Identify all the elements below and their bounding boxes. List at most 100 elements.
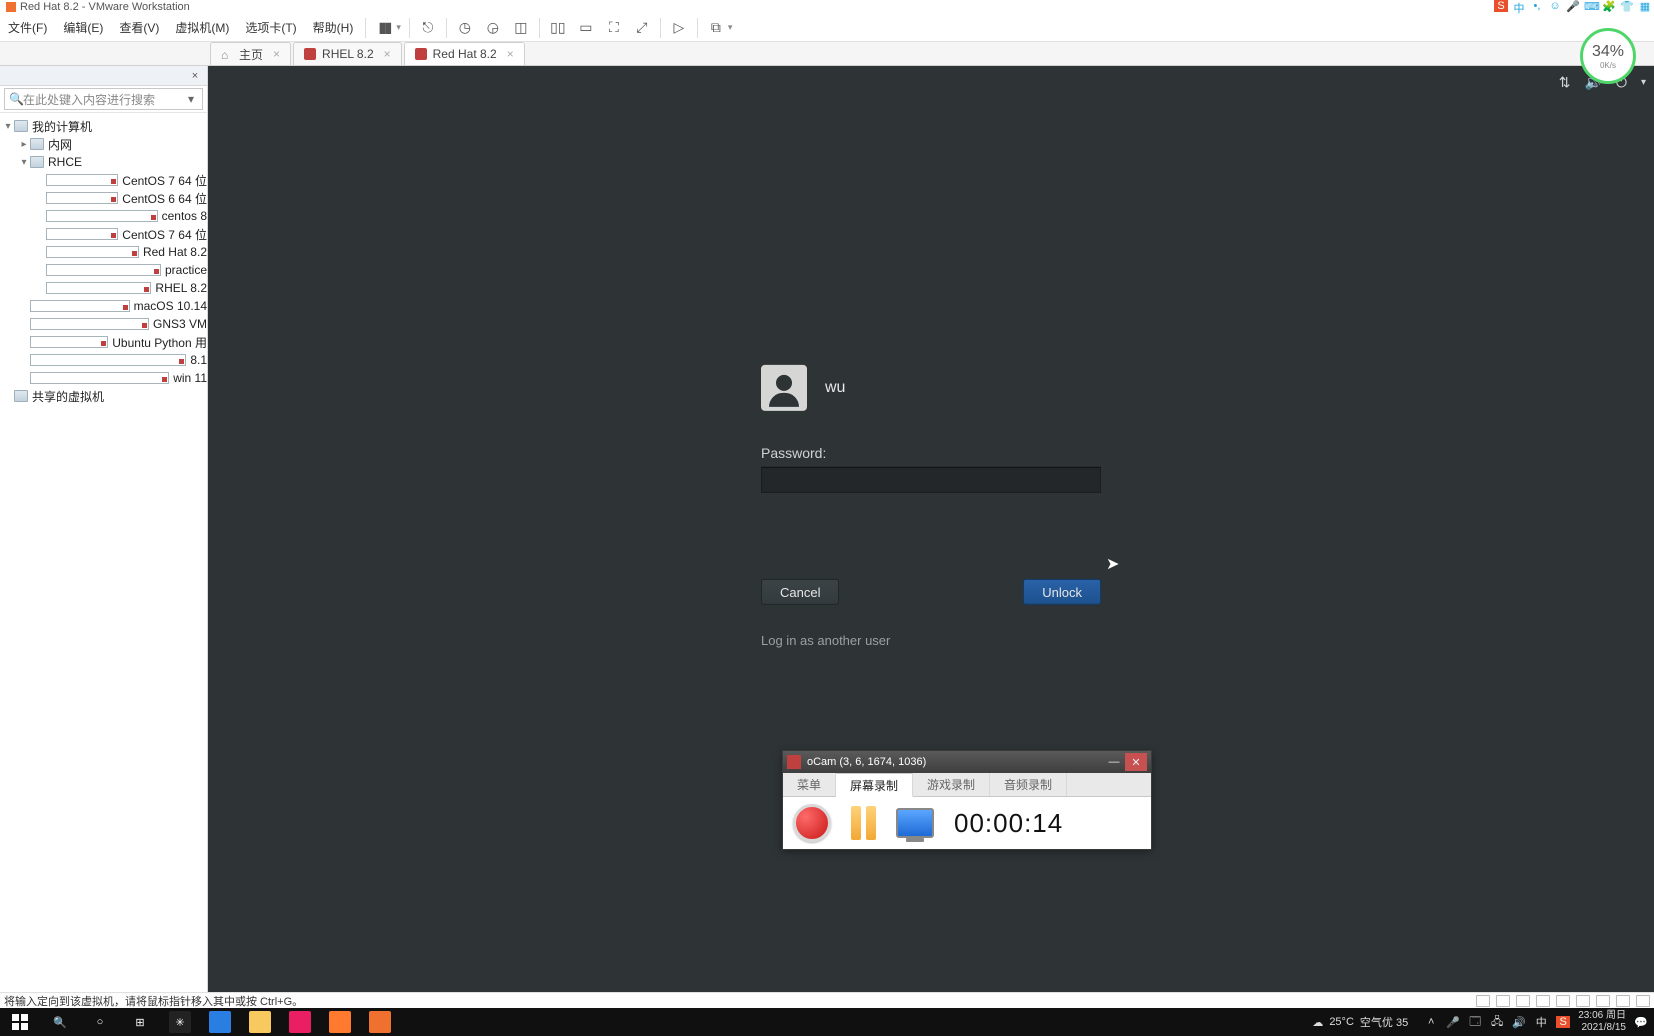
tree-vm-centos7-2[interactable]: CentOS 7 64 位 [0, 225, 207, 243]
password-input[interactable] [761, 467, 1101, 493]
tray-icon[interactable]: 🗔 [1468, 1013, 1482, 1032]
menu-view[interactable]: 查看(V) [111, 14, 167, 41]
tab-redhat82[interactable]: Red Hat 8.2 × [404, 42, 525, 65]
taskbar-app[interactable] [280, 1008, 320, 1036]
tray-icon[interactable]: •, [1530, 0, 1544, 12]
ocam-tab-game[interactable]: 游戏录制 [913, 773, 990, 796]
taskbar-clock[interactable]: 23:06 周日 2021/8/15 [1578, 1010, 1626, 1034]
tree-folder-neiwang[interactable]: ▸内网 [0, 135, 207, 153]
ocam-titlebar[interactable]: oCam (3, 6, 1674, 1036) — ✕ [783, 751, 1151, 773]
manage-snapshots-button[interactable]: ◫ [510, 17, 532, 39]
device-icon[interactable] [1576, 995, 1590, 1007]
notifications-icon[interactable]: 💬 [1634, 1016, 1648, 1029]
tray-ime[interactable]: 中 [1534, 1014, 1548, 1030]
tray-volume-icon[interactable]: 🔊 [1512, 1016, 1526, 1029]
tab-rhel82[interactable]: RHEL 8.2 × [293, 42, 402, 65]
ocam-tab-screen[interactable]: 屏幕录制 [836, 773, 913, 797]
tray-sogou-icon[interactable]: S [1556, 1016, 1570, 1028]
login-other-user[interactable]: Log in as another user [761, 633, 1101, 648]
close-icon[interactable]: × [507, 47, 514, 61]
ocam-window[interactable]: oCam (3, 6, 1674, 1036) — ✕ 菜单 屏幕录制 游戏录制… [782, 750, 1152, 850]
tray-icon[interactable]: 中 [1512, 0, 1526, 12]
tray-icon[interactable]: 🎤 [1446, 1016, 1460, 1029]
tree-vm-macos[interactable]: macOS 10.14 [0, 297, 207, 315]
stretch-button[interactable]: ⤢ [631, 17, 653, 39]
tree-root-shared[interactable]: 共享的虚拟机 [0, 387, 207, 405]
device-icon[interactable] [1616, 995, 1630, 1007]
menu-tabs[interactable]: 选项卡(T) [237, 14, 304, 41]
tree-vm-rhel82[interactable]: RHEL 8.2 [0, 279, 207, 297]
send-ctrl-alt-del-button[interactable]: ⎋ [417, 17, 439, 39]
tray-ime-icon[interactable]: S [1494, 0, 1508, 12]
vm-viewport[interactable]: ⇅ 🔊 ⏻ ▾ wu Password: Cancel Unlock Log i… [208, 66, 1654, 992]
tree-vm-win11[interactable]: win 11 [0, 369, 207, 387]
tree-vm-centos8[interactable]: centos 8 [0, 207, 207, 225]
tree-root-mycomputer[interactable]: ▾我的计算机 [0, 117, 207, 135]
tree-vm-centos7-1[interactable]: CentOS 7 64 位 [0, 171, 207, 189]
close-button[interactable]: ✕ [1125, 753, 1147, 771]
console-button[interactable]: ▷ [668, 17, 690, 39]
taskbar-app[interactable] [320, 1008, 360, 1036]
minimize-button[interactable]: — [1103, 753, 1125, 771]
dropdown-icon[interactable]: ▾ [184, 92, 198, 106]
record-button[interactable] [793, 804, 831, 842]
scale-button[interactable]: ⧉ [705, 17, 727, 39]
taskbar-app[interactable] [200, 1008, 240, 1036]
ocam-tab-menu[interactable]: 菜单 [783, 773, 836, 796]
taskbar-app-vmware[interactable] [360, 1008, 400, 1036]
weather-widget[interactable]: ☁ 25°C 空气优 35 [1312, 1014, 1408, 1030]
taskbar-app-explorer[interactable] [240, 1008, 280, 1036]
unity-button[interactable]: ▭ [575, 17, 597, 39]
tree-vm-redhat82[interactable]: Red Hat 8.2 [0, 243, 207, 261]
capture-area-button[interactable] [896, 808, 934, 838]
revert-button[interactable]: ◶ [482, 17, 504, 39]
cancel-button[interactable]: Cancel [761, 579, 839, 605]
tree-vm-gns3[interactable]: GNS3 VM [0, 315, 207, 333]
device-icon[interactable] [1516, 995, 1530, 1007]
taskbar-app[interactable]: ✳ [160, 1008, 200, 1036]
pause-dropdown[interactable]: ▾ [396, 22, 401, 33]
perf-ring[interactable]: 34% 0K/s [1580, 28, 1636, 84]
device-icon[interactable] [1496, 995, 1510, 1007]
expand-icon[interactable]: ▸ [18, 139, 30, 150]
pause-button[interactable]: ▮▮ [373, 17, 395, 39]
tree-folder-rhce[interactable]: ▾RHCE [0, 153, 207, 171]
search-input-wrap[interactable]: 🔍 在此处键入内容进行搜索 ▾ [4, 88, 203, 110]
close-icon[interactable]: × [273, 47, 280, 61]
chevron-down-icon[interactable]: ▾ [1641, 77, 1646, 88]
collapse-icon[interactable]: ▾ [18, 157, 30, 168]
start-button[interactable] [0, 1008, 40, 1036]
ocam-tab-audio[interactable]: 音频录制 [990, 773, 1067, 796]
tray-user-icon[interactable]: 👕 [1620, 0, 1634, 12]
menu-edit[interactable]: 编辑(E) [55, 14, 111, 41]
sidebar-close-icon[interactable]: × [187, 70, 203, 82]
pause-button[interactable] [851, 806, 876, 840]
device-icon[interactable] [1476, 995, 1490, 1007]
tray-mic-icon[interactable]: 🎤 [1566, 0, 1580, 12]
close-icon[interactable]: × [384, 47, 391, 61]
tray-grid-icon[interactable]: ▦ [1638, 0, 1652, 12]
tab-home[interactable]: ⌂ 主页 × [210, 42, 291, 65]
collapse-icon[interactable]: ▾ [2, 121, 14, 132]
layout-button[interactable]: ▯▯ [547, 17, 569, 39]
device-icon[interactable] [1536, 995, 1550, 1007]
menu-file[interactable]: 文件(F) [0, 14, 55, 41]
unlock-button[interactable]: Unlock [1023, 579, 1101, 605]
taskview-button[interactable]: ⊞ [120, 1008, 160, 1036]
fullscreen-button[interactable]: ⛶ [603, 17, 625, 39]
snapshot-button[interactable]: ◷ [454, 17, 476, 39]
tree-vm-81[interactable]: 8.1 [0, 351, 207, 369]
menu-vm[interactable]: 虚拟机(M) [167, 14, 237, 41]
menu-help[interactable]: 帮助(H) [305, 14, 362, 41]
tray-keyboard-icon[interactable]: ⌨ [1584, 0, 1598, 12]
tray-smile-icon[interactable]: ☺ [1548, 0, 1562, 12]
tree-vm-ubuntu[interactable]: Ubuntu Python 用 [0, 333, 207, 351]
search-button[interactable]: 🔍 [40, 1008, 80, 1036]
tray-icon[interactable]: 🧩 [1602, 0, 1616, 12]
cortana-button[interactable]: ○ [80, 1008, 120, 1036]
device-icon[interactable] [1556, 995, 1570, 1007]
tray-network-icon[interactable]: 🖧 [1490, 1013, 1504, 1032]
tree-vm-practice[interactable]: practice [0, 261, 207, 279]
device-icon[interactable] [1636, 995, 1650, 1007]
tree-vm-centos6[interactable]: CentOS 6 64 位 [0, 189, 207, 207]
